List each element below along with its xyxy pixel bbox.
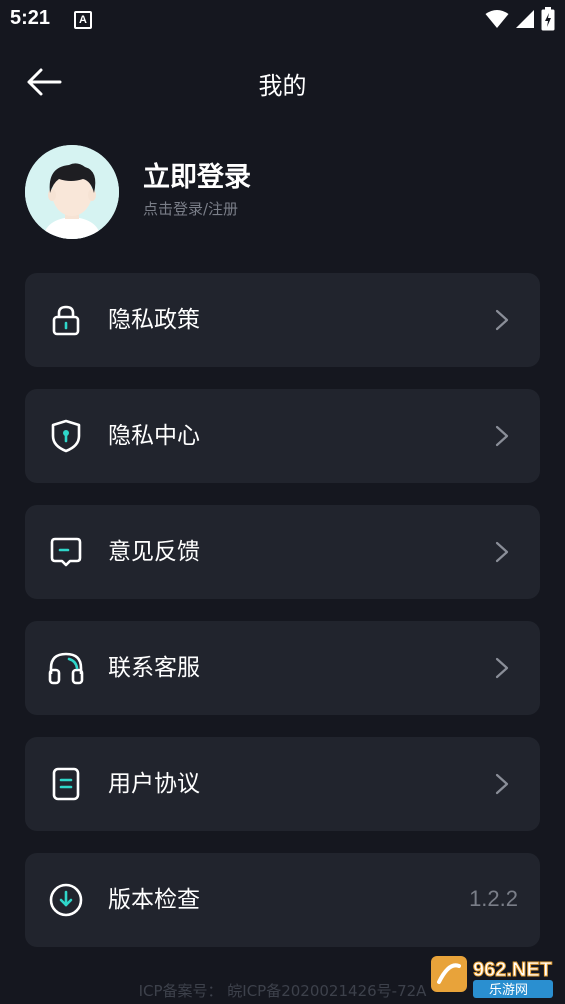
document-icon bbox=[52, 767, 80, 801]
shield-icon bbox=[51, 419, 81, 453]
chevron-right-icon bbox=[495, 309, 509, 331]
login-subtitle: 点击登录/注册 bbox=[143, 200, 239, 218]
menu-item-label: 版本检查 bbox=[108, 887, 200, 913]
notification-icon: A bbox=[74, 11, 92, 29]
menu-item-privacy-policy[interactable]: 隐私政策 bbox=[25, 273, 540, 367]
chevron-right-icon bbox=[495, 541, 509, 563]
menu-item-privacy-center[interactable]: 隐私中心 bbox=[25, 389, 540, 483]
top-bar: 我的 bbox=[0, 52, 565, 112]
lock-icon bbox=[52, 305, 80, 336]
menu-item-label: 隐私政策 bbox=[108, 307, 200, 333]
menu-item-label: 隐私中心 bbox=[108, 423, 200, 449]
menu-item-user-agreement[interactable]: 用户协议 bbox=[25, 737, 540, 831]
feedback-icon bbox=[50, 537, 82, 567]
site-watermark-logo: 962.NET 乐游网 bbox=[431, 956, 553, 998]
page-title: 我的 bbox=[258, 72, 307, 100]
wifi-icon bbox=[485, 10, 509, 28]
login-title[interactable]: 立即登录 bbox=[143, 155, 251, 194]
status-icons bbox=[485, 6, 555, 32]
chevron-right-icon bbox=[495, 425, 509, 447]
watermark-text: 962.NET bbox=[473, 959, 552, 981]
menu-item-label: 意见反馈 bbox=[108, 539, 200, 565]
download-circle-icon bbox=[49, 883, 83, 917]
menu-item-customer-service[interactable]: 联系客服 bbox=[25, 621, 540, 715]
chevron-right-icon bbox=[495, 657, 509, 679]
status-bar: 5:21 A bbox=[0, 0, 565, 38]
default-avatar-icon bbox=[25, 145, 119, 239]
menu-item-label: 联系客服 bbox=[108, 655, 200, 681]
battery-charging-icon bbox=[541, 7, 555, 31]
menu-item-feedback[interactable]: 意见反馈 bbox=[25, 505, 540, 599]
chevron-right-icon bbox=[495, 773, 509, 795]
version-number: 1.2.2 bbox=[469, 886, 518, 911]
cellular-signal-icon bbox=[516, 10, 534, 28]
profile-login-area[interactable]: 立即登录 点击登录/注册 bbox=[25, 145, 540, 240]
menu-item-label: 用户协议 bbox=[108, 771, 200, 797]
watermark-subtext: 乐游网 bbox=[489, 983, 528, 998]
status-time: 5:21 bbox=[10, 7, 51, 29]
menu-item-version-check[interactable]: 版本检查 1.2.2 bbox=[25, 853, 540, 947]
menu-list: 隐私政策 隐私中心 意见反馈 联系客服 用户协议 版本检查 1.2.2 bbox=[25, 273, 540, 969]
avatar[interactable] bbox=[25, 145, 119, 239]
headset-icon bbox=[48, 652, 84, 685]
